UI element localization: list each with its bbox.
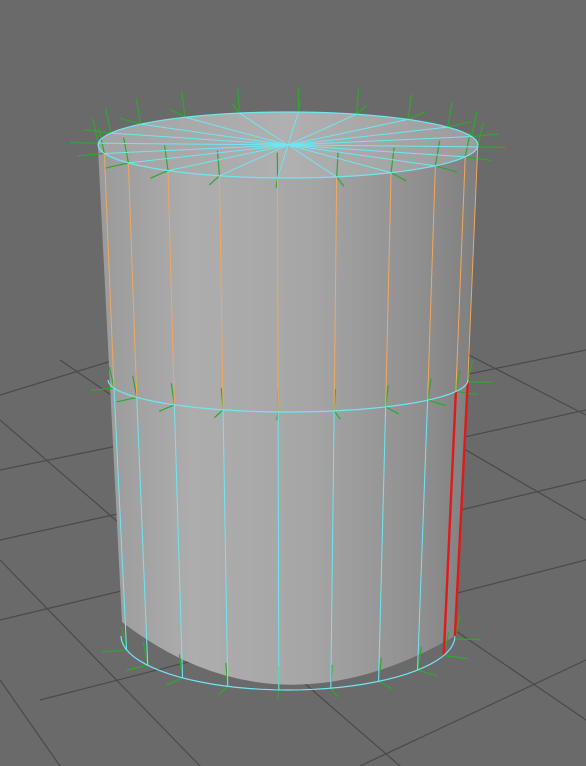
top-vertex-normal bbox=[135, 98, 142, 125]
upper-vertical-edge bbox=[277, 177, 279, 412]
top-vertex-normal bbox=[104, 107, 112, 134]
top-vertex-normal bbox=[447, 101, 453, 128]
bottom-vertex-normal bbox=[454, 638, 481, 641]
bottom-vertex-normal bbox=[330, 687, 338, 698]
top-vertex-normal bbox=[169, 108, 186, 118]
top-vertex-normal bbox=[477, 121, 484, 147]
bottom-vertex-normal bbox=[165, 677, 183, 686]
top-vertex-normal bbox=[407, 94, 413, 120]
bottom-vertex-normal bbox=[276, 689, 280, 700]
cylinder-body[interactable] bbox=[98, 145, 478, 685]
bottom-vertex-normal bbox=[217, 685, 229, 696]
top-vertex-normal bbox=[447, 121, 472, 128]
bottom-vertex-normal bbox=[101, 649, 127, 653]
top-vertex-normal bbox=[231, 103, 240, 114]
viewport-scene[interactable] bbox=[0, 0, 586, 766]
top-vertex-normal bbox=[471, 133, 499, 138]
bottom-vertex-normal bbox=[378, 680, 393, 690]
top-vertex-normal bbox=[356, 104, 368, 115]
top-vertex-normal bbox=[118, 117, 141, 125]
3d-viewport[interactable] bbox=[0, 0, 586, 766]
top-vertex-normal bbox=[237, 87, 240, 114]
top-vertex-normal bbox=[477, 146, 506, 148]
top-vertex-normal bbox=[84, 128, 111, 134]
top-vertex-normal bbox=[471, 111, 478, 137]
top-vertex-normal bbox=[407, 111, 426, 120]
top-vertex-normal bbox=[181, 92, 186, 118]
top-vertex-normal bbox=[70, 142, 99, 144]
top-vertex-normal bbox=[355, 88, 360, 115]
bottom-vertex-normal bbox=[417, 669, 438, 677]
bottom-vertex-normal bbox=[443, 654, 469, 660]
bottom-vertex-normal bbox=[125, 664, 148, 671]
